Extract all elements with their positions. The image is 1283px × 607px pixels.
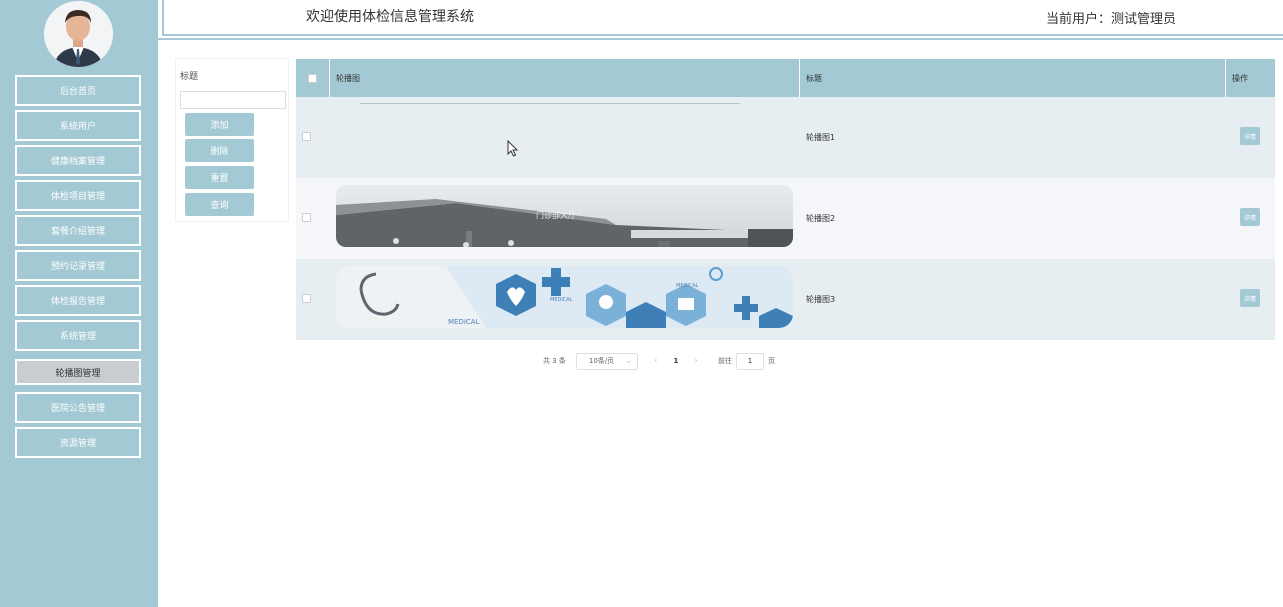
pagination: 共 3 条 10条/页 ⌄ ‹ 1 › 前往 1 页 [543, 352, 775, 370]
sidebar-item-label: 系统管理 [59, 332, 96, 342]
column-header-image: 轮播图 [330, 59, 800, 97]
header-select-all[interactable] [296, 59, 330, 97]
row-title: 轮播图1 [806, 133, 836, 142]
search-panel: 标题 添加 删除 重置 查询 [175, 58, 289, 222]
medical-icons-image: MEDICAL MEDICAL MEDICAL [336, 266, 793, 328]
carousel-image: 门诊部大厅 [336, 185, 793, 247]
sidebar-item-label: 医院公告管理 [50, 404, 105, 414]
query-button[interactable]: 查询 [185, 193, 254, 216]
sidebar-item-announcements[interactable]: 医院公告管理 [15, 392, 141, 423]
carousel-table: 轮播图 标题 操作 轮播图1 详情 门诊部大厅 轮播图2 详情 MEDICAL … [296, 59, 1275, 340]
total-count: 共 3 条 [543, 357, 566, 365]
sidebar-item-appointments[interactable]: 预约记录管理 [15, 250, 141, 281]
goto-label: 前往 [718, 357, 732, 365]
sidebar-item-packages[interactable]: 套餐介绍管理 [15, 215, 141, 246]
hospital-corridor-image: 门诊部大厅 [336, 185, 793, 247]
page-size-value: 10条/页 [588, 357, 615, 365]
user-portrait-icon [44, 1, 113, 67]
current-user-label: 当前用户：测试管理员 [1046, 12, 1177, 27]
select-all-checkbox[interactable] [308, 73, 317, 83]
sidebar-item-label: 健康档案管理 [50, 157, 105, 167]
checkbox[interactable] [302, 132, 311, 141]
sidebar-item-resources[interactable]: 资源管理 [15, 427, 141, 458]
sidebar-item-reports[interactable]: 体检报告管理 [15, 285, 141, 316]
goto-page-input[interactable]: 1 [736, 352, 764, 370]
column-header-title: 标题 [800, 59, 1226, 97]
chevron-down-icon: ⌄ [625, 355, 632, 365]
current-page-number[interactable]: 1 [674, 357, 679, 365]
table-row: MEDICAL MEDICAL MEDICAL 轮播图3 详情 [296, 259, 1275, 340]
title-filter-label: 标题 [180, 72, 199, 82]
carousel-image: MEDICAL MEDICAL MEDICAL [336, 266, 793, 328]
sidebar-item-label: 后台首页 [59, 87, 96, 97]
checkbox[interactable] [302, 213, 311, 222]
title-filter-input[interactable] [180, 91, 286, 109]
top-bar-inner: 欢迎使用体检信息管理系统 当前用户：测试管理员 [162, 0, 1283, 36]
row-checkbox[interactable] [302, 213, 311, 222]
row-checkbox[interactable] [302, 132, 311, 141]
image-label-medical: MEDICAL [550, 297, 573, 303]
sidebar-item-label: 轮播图管理 [55, 368, 101, 379]
row-title: 轮播图2 [806, 214, 836, 223]
sidebar-item-label: 体检报告管理 [50, 297, 105, 307]
sidebar-item-carousel[interactable]: 轮播图管理 [15, 359, 141, 385]
detail-button[interactable]: 详情 [1240, 289, 1260, 307]
column-header-action: 操作 [1232, 73, 1248, 83]
reset-button[interactable]: 重置 [185, 166, 254, 189]
sidebar: 后台首页 系统用户 健康档案管理 体检项目管理 套餐介绍管理 预约记录管理 体检… [0, 0, 158, 607]
table-row: 门诊部大厅 轮播图2 详情 [296, 178, 1275, 259]
sidebar-item-label: 套餐介绍管理 [50, 227, 105, 237]
add-button[interactable]: 添加 [185, 113, 254, 136]
row-title: 轮播图3 [806, 295, 836, 304]
chevron-right-icon[interactable]: › [694, 356, 698, 366]
image-label-medical: MEDICAL [676, 283, 699, 289]
detail-button[interactable]: 详情 [1240, 208, 1260, 226]
delete-button[interactable]: 删除 [185, 139, 254, 162]
image-label-medical: MEDICAL [448, 318, 480, 326]
detail-button[interactable]: 详情 [1240, 127, 1260, 145]
table-row: 轮播图1 详情 [296, 97, 1275, 178]
sidebar-item-home[interactable]: 后台首页 [15, 75, 141, 106]
page-title: 欢迎使用体检信息管理系统 [306, 9, 474, 25]
sidebar-item-label: 体检项目管理 [50, 192, 105, 202]
table-header: 轮播图 标题 操作 [296, 59, 1275, 97]
page-size-select[interactable]: 10条/页 ⌄ [575, 352, 638, 370]
corridor-sign: 门诊部大厅 [536, 210, 576, 220]
mouse-cursor-icon [507, 140, 519, 157]
sidebar-item-label: 预约记录管理 [50, 262, 105, 272]
row-checkbox[interactable] [302, 294, 311, 303]
sidebar-item-health-records[interactable]: 健康档案管理 [15, 145, 141, 176]
top-bar: 欢迎使用体检信息管理系统 当前用户：测试管理员 [158, 0, 1283, 40]
image-placeholder [360, 103, 740, 104]
sidebar-item-exam-items[interactable]: 体检项目管理 [15, 180, 141, 211]
sidebar-item-label: 资源管理 [59, 439, 96, 449]
sidebar-item-system-users[interactable]: 系统用户 [15, 110, 141, 141]
avatar[interactable] [44, 1, 113, 67]
goto-suffix: 页 [768, 357, 775, 365]
chevron-left-icon[interactable]: ‹ [654, 356, 658, 366]
sidebar-item-label: 系统用户 [59, 122, 96, 132]
sidebar-item-system-management[interactable]: 系统管理 [15, 320, 141, 351]
checkbox[interactable] [302, 294, 311, 303]
